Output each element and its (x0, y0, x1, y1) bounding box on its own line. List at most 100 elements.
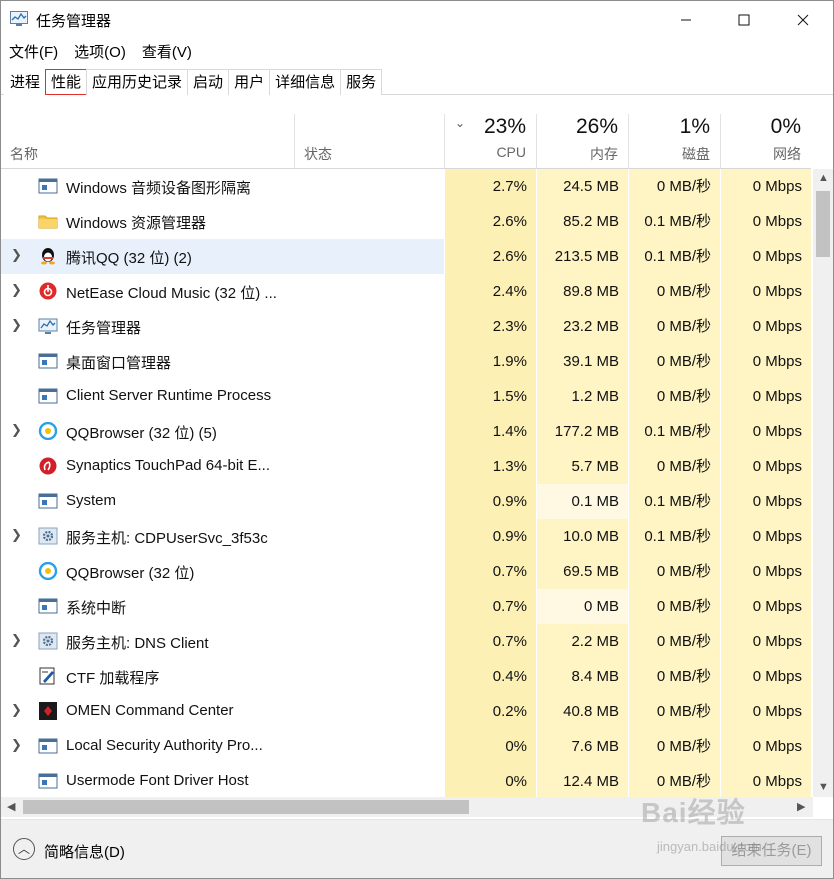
process-name: OMEN Command Center (66, 702, 234, 719)
chevron-right-icon[interactable]: ❯ (11, 632, 22, 648)
process-name: 腾讯QQ (32 位) (2) (66, 250, 192, 267)
header-network[interactable]: 0% 网络 (720, 114, 811, 168)
process-disk: 0 MB/秒 (628, 659, 720, 694)
process-row[interactable]: Windows 音频设备图形隔离 2.7% 24.5 MB 0 MB/秒 0 Mbps (1, 169, 811, 204)
process-status (294, 169, 444, 204)
ctf-icon (38, 667, 58, 685)
process-memory: 177.2 MB (536, 414, 628, 449)
qqbrowser-icon (38, 561, 58, 581)
process-disk: 0 MB/秒 (628, 449, 720, 484)
header-name[interactable]: 名称 (1, 114, 294, 168)
process-row[interactable]: Client Server Runtime Process 1.5% 1.2 MB 0… (1, 379, 811, 414)
process-cpu: 0.2% (444, 694, 536, 729)
process-memory: 7.6 MB (536, 729, 628, 764)
process-name: System (66, 492, 117, 509)
process-row[interactable]: System 0.9% 0.1 MB 0.1 MB/秒 0 Mbps (1, 484, 811, 519)
cpu-total: 23% (483, 115, 526, 138)
chevron-right-icon[interactable]: ❯ (11, 527, 22, 543)
process-row[interactable]: ❯ OMEN Command Center 0.2% 40.8 MB 0 MB/秒 0 M… (1, 694, 811, 729)
process-row[interactable]: ❯ NetEase Cloud Music (32 位) ... 2.4% 89.8 … (1, 274, 811, 309)
process-disk: 0 MB/秒 (628, 379, 720, 414)
scroll-up-icon[interactable]: ▲ (818, 172, 829, 184)
header-memory-label: 内存 (590, 146, 618, 162)
process-row[interactable]: CTF 加载程序 0.4% 8.4 MB 0 MB/秒 0 Mbps (1, 659, 811, 694)
process-network: 0 Mbps (720, 344, 811, 379)
minimize-button[interactable] (656, 1, 716, 39)
process-row[interactable]: ❯ Local Security Authority Pro... 0% 7.6 MB… (1, 729, 811, 764)
process-row[interactable]: ❯ 腾讯QQ (32 位) (2) 2.6% 213.5 MB 0.1 MB/秒 0 Mb… (1, 239, 811, 274)
fewer-details-link[interactable]: 简略信息(D) (44, 841, 125, 862)
process-row[interactable]: 桌面窗口管理器 1.9% 39.1 MB 0 MB/秒 0 Mbps (1, 344, 811, 379)
process-network: 0 Mbps (720, 659, 811, 694)
process-disk: 0.1 MB/秒 (628, 484, 720, 519)
menu-view[interactable]: 查看(V) (134, 39, 200, 63)
scroll-left-icon[interactable]: ◀ (7, 800, 15, 813)
process-disk: 0 MB/秒 (628, 624, 720, 659)
header-status[interactable]: 状态 (294, 114, 444, 168)
process-row[interactable]: QQBrowser (32 位) 0.7% 69.5 MB 0 MB/秒 0 Mbps (1, 554, 811, 589)
process-status (294, 519, 444, 554)
process-disk: 0 MB/秒 (628, 694, 720, 729)
chevron-up-icon[interactable]: ︿ (13, 838, 35, 860)
menu-options[interactable]: 选项(O) (66, 39, 134, 63)
process-row[interactable]: 系统中断 0.7% 0 MB 0 MB/秒 0 Mbps (1, 589, 811, 624)
close-button[interactable] (773, 1, 833, 39)
synaptics-icon (38, 457, 58, 475)
process-memory: 2.2 MB (536, 624, 628, 659)
process-network: 0 Mbps (720, 379, 811, 414)
horizontal-scroll-thumb[interactable] (23, 800, 469, 814)
maximize-button[interactable] (714, 1, 774, 39)
chevron-right-icon[interactable]: ❯ (11, 737, 22, 753)
chevron-right-icon[interactable]: ❯ (11, 422, 22, 438)
disk-total: 1% (679, 115, 710, 138)
title-bar[interactable]: 任务管理器 (1, 1, 833, 39)
chevron-right-icon[interactable]: ❯ (11, 282, 22, 298)
process-cpu: 1.9% (444, 344, 536, 379)
tab-users[interactable]: 用户 (228, 69, 271, 95)
process-cpu: 2.6% (444, 204, 536, 239)
chevron-right-icon[interactable]: ❯ (11, 317, 22, 333)
tab-details[interactable]: 详细信息 (269, 69, 342, 95)
process-network: 0 Mbps (720, 239, 811, 274)
process-cpu: 1.3% (444, 449, 536, 484)
task-manager-window: 任务管理器 文件(F) 选项(O) 查看(V) 进程 性能 应用历史记录 启动 … (0, 0, 834, 879)
tab-app-history[interactable]: 应用历史记录 (86, 69, 189, 95)
process-row[interactable]: Windows 资源管理器 2.6% 85.2 MB 0.1 MB/秒 0 Mbps (1, 204, 811, 239)
process-status (294, 344, 444, 379)
process-status (294, 694, 444, 729)
process-row[interactable]: ❯ 任务管理器 2.3% 23.2 MB 0 MB/秒 0 Mbps (1, 309, 811, 344)
process-name: 服务主机: CDPUserSvc_3f53c (66, 530, 268, 547)
scroll-right-icon[interactable]: ▶ (797, 800, 805, 813)
process-status (294, 379, 444, 414)
process-name: Local Security Authority Pro... (66, 737, 263, 754)
vertical-scroll-thumb[interactable] (816, 191, 830, 257)
tab-processes[interactable]: 进程 (4, 69, 47, 95)
process-name: QQBrowser (32 位) (5) (66, 425, 217, 442)
process-list: Windows 音频设备图形隔离 2.7% 24.5 MB 0 MB/秒 0 Mbps W… (1, 169, 811, 797)
process-row[interactable]: Synaptics TouchPad 64-bit E... 1.3% 5.7 MB… (1, 449, 811, 484)
process-row[interactable]: ❯ QQBrowser (32 位) (5) 1.4% 177.2 MB 0.1 MB/… (1, 414, 811, 449)
column-header: 名称 状态 ⌄ 23% CPU 26% 内存 1% 磁盘 0% 网络 (1, 114, 811, 169)
process-memory: 23.2 MB (536, 309, 628, 344)
process-status (294, 274, 444, 309)
scroll-down-icon[interactable]: ▼ (818, 781, 829, 793)
process-disk: 0 MB/秒 (628, 274, 720, 309)
tab-startup[interactable]: 启动 (187, 69, 230, 95)
chevron-right-icon[interactable]: ❯ (11, 247, 22, 263)
header-disk[interactable]: 1% 磁盘 (628, 114, 720, 168)
process-network: 0 Mbps (720, 414, 811, 449)
process-name: Client Server Runtime Process (66, 387, 272, 404)
vertical-scrollbar[interactable]: ▲ ▼ (813, 169, 833, 797)
window-title: 任务管理器 (36, 13, 112, 30)
menu-file[interactable]: 文件(F) (1, 39, 66, 63)
process-row[interactable]: ❯ 服务主机: CDPUserSvc_3f53c 0.9% 10.0 MB 0.1 MB… (1, 519, 811, 554)
header-memory[interactable]: 26% 内存 (536, 114, 628, 168)
tab-performance[interactable]: 性能 (45, 69, 88, 95)
chevron-right-icon[interactable]: ❯ (11, 702, 22, 718)
tab-services[interactable]: 服务 (340, 69, 383, 95)
process-row[interactable]: ❯ 服务主机: DNS Client 0.7% 2.2 MB 0 MB/秒 0 Mbps (1, 624, 811, 659)
header-cpu-label: CPU (496, 144, 526, 160)
header-cpu[interactable]: ⌄ 23% CPU (444, 114, 536, 168)
process-network: 0 Mbps (720, 624, 811, 659)
process-status (294, 554, 444, 589)
